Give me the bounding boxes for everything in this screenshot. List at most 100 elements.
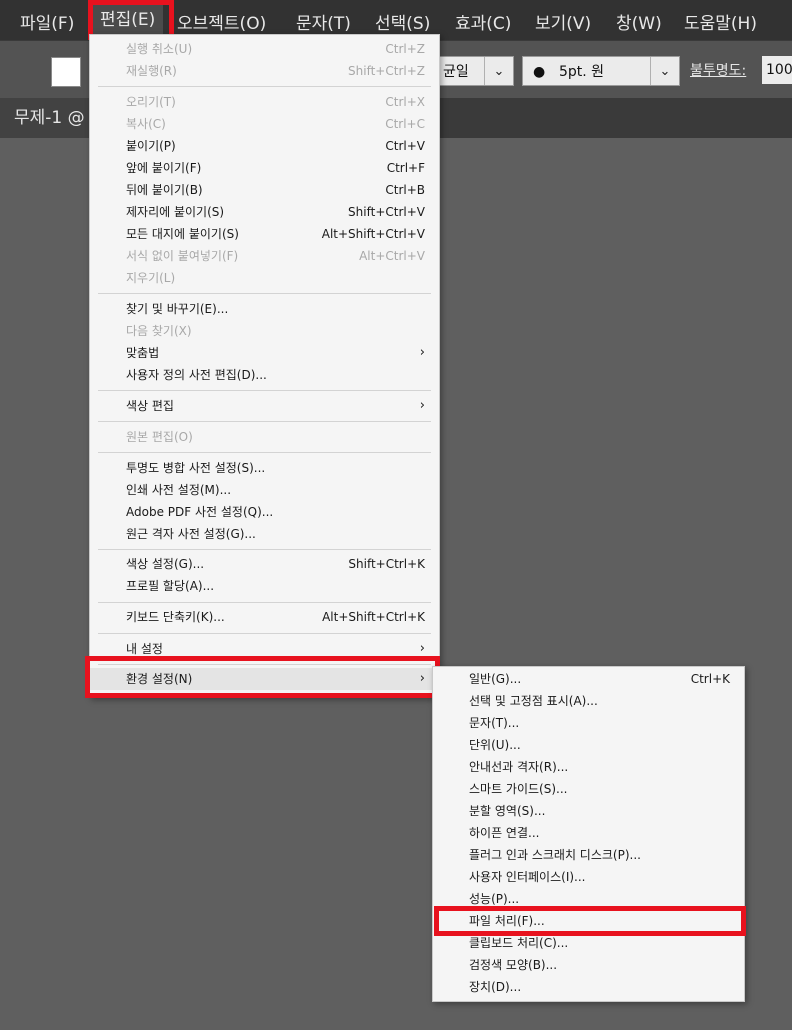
- preferences-item-사용자-인터페이스[interactable]: 사용자 인터페이스(I)...: [433, 866, 744, 888]
- bullet-icon: ●: [533, 64, 546, 80]
- menu-help[interactable]: 도움말(H): [684, 9, 757, 34]
- menu-item-label: 클립보드 처리(C)...: [469, 936, 569, 950]
- preferences-item-일반[interactable]: 일반(G)... Ctrl+K: [433, 668, 744, 690]
- menu-separator: [98, 452, 431, 453]
- menu-item-label: 사용자 인터페이스(I)...: [469, 870, 586, 884]
- edit-menu-item-붙이기[interactable]: 붙이기(P) Ctrl+V: [90, 135, 439, 157]
- edit-menu-item-맞춤법[interactable]: 맞춤법 ›: [90, 342, 439, 364]
- edit-menu-item-오리기: 오리기(T) Ctrl+X: [90, 91, 439, 113]
- menu-item-label: 하이픈 연결...: [469, 826, 540, 840]
- edit-menu-item-앞에-붙이기[interactable]: 앞에 붙이기(F) Ctrl+F: [90, 157, 439, 179]
- menu-separator: [98, 86, 431, 87]
- menu-view[interactable]: 보기(V): [535, 9, 591, 34]
- preferences-item-성능[interactable]: 성능(P)...: [433, 888, 744, 910]
- menu-separator: [98, 549, 431, 550]
- menu-item-label: 내 설정: [126, 642, 163, 656]
- brush-dropdown[interactable]: ● 5pt. 원 ⌄: [522, 56, 680, 86]
- menu-item-label: 장치(D)...: [469, 980, 522, 994]
- stroke-profile-dropdown[interactable]: 균일 ⌄: [430, 56, 514, 86]
- menu-item-label: 원본 편집(O): [126, 430, 193, 444]
- edit-menu-item-재실행: 재실행(R) Shift+Ctrl+Z: [90, 60, 439, 82]
- preferences-item-단위[interactable]: 단위(U)...: [433, 734, 744, 756]
- preferences-item-클립보드-처리[interactable]: 클립보드 처리(C)...: [433, 932, 744, 954]
- menu-separator: [98, 664, 431, 665]
- edit-menu-item-Adobe-PDF-사전-설정[interactable]: Adobe PDF 사전 설정(Q)...: [90, 501, 439, 523]
- menu-select[interactable]: 선택(S): [375, 9, 430, 34]
- chevron-down-icon: ⌄: [650, 57, 679, 85]
- edit-menu-item-모든-대지에-붙이기[interactable]: 모든 대지에 붙이기(S) Alt+Shift+Ctrl+V: [90, 223, 439, 245]
- menu-item-label: 오리기(T): [126, 95, 176, 109]
- preferences-item-스마트-가이드[interactable]: 스마트 가이드(S)...: [433, 778, 744, 800]
- edit-menu-item-사용자-정의-사전-편집[interactable]: 사용자 정의 사전 편집(D)...: [90, 364, 439, 386]
- menu-item-label: 분할 영역(S)...: [469, 804, 546, 818]
- menu-item-label: Adobe PDF 사전 설정(Q)...: [126, 505, 274, 519]
- menu-separator: [98, 633, 431, 634]
- menu-item-shortcut: Shift+Ctrl+Z: [348, 64, 425, 78]
- menu-type[interactable]: 문자(T): [296, 9, 351, 34]
- preferences-item-장치[interactable]: 장치(D)...: [433, 976, 744, 998]
- menu-item-label: 문자(T)...: [469, 716, 520, 730]
- fill-swatch[interactable]: [51, 57, 81, 87]
- edit-menu-item-제자리에-붙이기[interactable]: 제자리에 붙이기(S) Shift+Ctrl+V: [90, 201, 439, 223]
- menu-effect[interactable]: 효과(C): [455, 9, 511, 34]
- preferences-item-파일-처리[interactable]: 파일 처리(F)...: [433, 910, 744, 932]
- menu-item-label: 원근 격자 사전 설정(G)...: [126, 527, 256, 541]
- preferences-item-안내선과-격자[interactable]: 안내선과 격자(R)...: [433, 756, 744, 778]
- edit-menu-item-내-설정[interactable]: 내 설정 ›: [90, 638, 439, 660]
- menu-item-label: 다음 찾기(X): [126, 324, 192, 338]
- preferences-item-검정색-모양[interactable]: 검정색 모양(B)...: [433, 954, 744, 976]
- menu-item-label: 맞춤법: [126, 346, 160, 360]
- menu-item-shortcut: Alt+Shift+Ctrl+V: [321, 227, 425, 241]
- edit-menu-item-뒤에-붙이기[interactable]: 뒤에 붙이기(B) Ctrl+B: [90, 179, 439, 201]
- menu-item-label: 투명도 병합 사전 설정(S)...: [126, 461, 266, 475]
- menu-item-label: 복사(C): [126, 117, 166, 131]
- edit-menu-item-다음-찾기: 다음 찾기(X): [90, 320, 439, 342]
- menu-object[interactable]: 오브젝트(O): [177, 9, 266, 34]
- menu-separator: [98, 293, 431, 294]
- menu-item-label: 키보드 단축키(K)...: [126, 610, 225, 624]
- preferences-item-선택-및-고정점-표시[interactable]: 선택 및 고정점 표시(A)...: [433, 690, 744, 712]
- menu-window[interactable]: 창(W): [616, 9, 662, 34]
- edit-menu-item-투명도-병합-사전-설정[interactable]: 투명도 병합 사전 설정(S)...: [90, 457, 439, 479]
- brush-value: 5pt. 원: [559, 64, 605, 80]
- menu-item-label: 일반(G)...: [469, 672, 522, 686]
- menu-item-shortcut: Ctrl+K: [690, 672, 730, 686]
- menu-item-label: 실행 취소(U): [126, 42, 193, 56]
- menu-item-shortcut: Shift+Ctrl+K: [348, 557, 425, 571]
- menu-item-label: 사용자 정의 사전 편집(D)...: [126, 368, 267, 382]
- menu-item-label: 선택 및 고정점 표시(A)...: [469, 694, 598, 708]
- opacity-label[interactable]: 불투명도:: [690, 60, 746, 80]
- edit-menu-item-지우기: 지우기(L): [90, 267, 439, 289]
- menu-item-label: 환경 설정(N): [126, 672, 193, 686]
- preferences-item-분할-영역[interactable]: 분할 영역(S)...: [433, 800, 744, 822]
- preferences-item-문자[interactable]: 문자(T)...: [433, 712, 744, 734]
- menu-item-shortcut: Ctrl+B: [385, 183, 425, 197]
- menu-item-label: 서식 없이 붙여넣기(F): [126, 249, 239, 263]
- menu-file[interactable]: 파일(F): [20, 9, 74, 34]
- menu-item-shortcut: Shift+Ctrl+V: [348, 205, 425, 219]
- edit-menu-item-인쇄-사전-설정[interactable]: 인쇄 사전 설정(M)...: [90, 479, 439, 501]
- edit-menu-item-찾기-및-바꾸기[interactable]: 찾기 및 바꾸기(E)...: [90, 298, 439, 320]
- menu-item-label: 성능(P)...: [469, 892, 520, 906]
- menu-item-shortcut: Ctrl+F: [386, 161, 425, 175]
- edit-menu-item-환경-설정[interactable]: 환경 설정(N) ›: [90, 668, 439, 690]
- menu-item-label: 색상 편집: [126, 399, 174, 413]
- preferences-item-플러그-인과-스크래치-디스크[interactable]: 플러그 인과 스크래치 디스크(P)...: [433, 844, 744, 866]
- menu-item-label: 인쇄 사전 설정(M)...: [126, 483, 232, 497]
- menu-item-label: 스마트 가이드(S)...: [469, 782, 568, 796]
- edit-menu-item-색상-편집[interactable]: 색상 편집 ›: [90, 395, 439, 417]
- preferences-submenu: 일반(G)... Ctrl+K 선택 및 고정점 표시(A)... 문자(T)... 단…: [432, 666, 745, 1002]
- edit-menu-item-원근-격자-사전-설정[interactable]: 원근 격자 사전 설정(G)...: [90, 523, 439, 545]
- menu-item-shortcut: Alt+Ctrl+V: [359, 249, 425, 263]
- menu-item-label: 앞에 붙이기(F): [126, 161, 202, 175]
- edit-menu-item-키보드-단축키[interactable]: 키보드 단축키(K)... Alt+Shift+Ctrl+K: [90, 606, 439, 628]
- edit-menu-item-색상-설정[interactable]: 색상 설정(G)... Shift+Ctrl+K: [90, 553, 439, 575]
- edit-menu-item-프로필-할당[interactable]: 프로필 할당(A)...: [90, 575, 439, 597]
- menu-item-shortcut: Ctrl+C: [385, 117, 425, 131]
- menu-item-label: 지우기(L): [126, 271, 176, 285]
- chevron-down-icon: ⌄: [484, 57, 513, 85]
- menu-item-label: 재실행(R): [126, 64, 177, 78]
- menu-item-shortcut: Ctrl+V: [385, 139, 425, 153]
- opacity-input[interactable]: 100: [762, 56, 792, 84]
- preferences-item-하이픈-연결[interactable]: 하이픈 연결...: [433, 822, 744, 844]
